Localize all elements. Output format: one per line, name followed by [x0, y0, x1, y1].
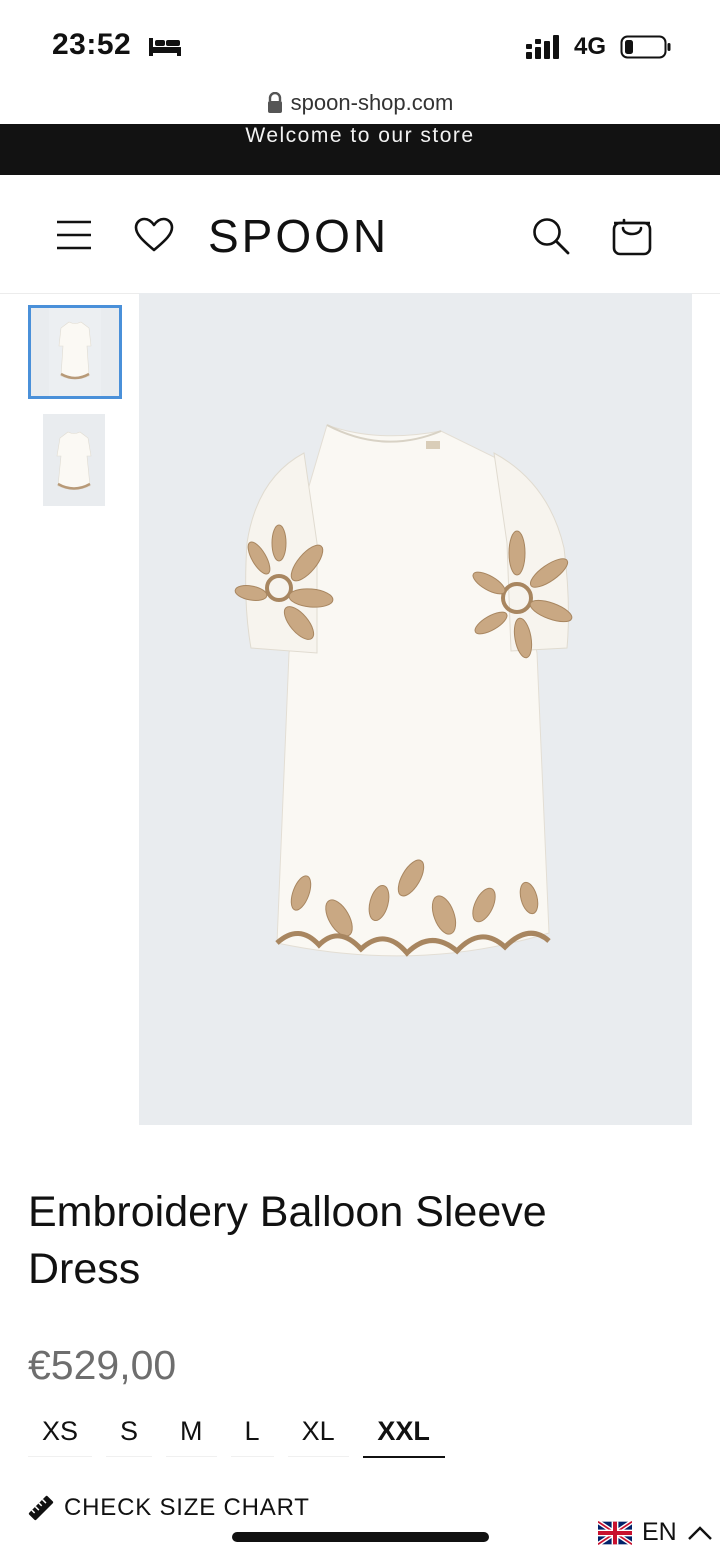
- dress-thumbnail-image: [49, 308, 101, 396]
- ruler-icon: [28, 1495, 54, 1521]
- menu-button[interactable]: [50, 213, 98, 257]
- chevron-up-icon: [687, 1525, 712, 1540]
- announcement-text: Welcome to our store: [245, 124, 475, 147]
- size-option-xs[interactable]: XS: [28, 1408, 93, 1457]
- size-option-xl[interactable]: XL: [287, 1408, 349, 1457]
- product-title: Embroidery Balloon Sleeve Dress: [28, 1188, 547, 1293]
- url-bar[interactable]: spoon-shop.com: [0, 84, 720, 122]
- product-price: €529,00: [28, 1342, 177, 1388]
- store-logo[interactable]: SPOON: [208, 209, 389, 263]
- menu-icon: [57, 220, 91, 250]
- heart-icon: [134, 217, 174, 252]
- dress-thumbnail-image: [56, 431, 92, 490]
- gallery-thumbnail[interactable]: [43, 414, 105, 506]
- home-indicator[interactable]: [232, 1532, 489, 1542]
- size-option-xxl[interactable]: XXL: [362, 1408, 445, 1458]
- site-header: SPOON: [0, 175, 720, 294]
- size-selector: XS S M L XL XXL: [28, 1408, 459, 1458]
- wishlist-button[interactable]: [130, 211, 178, 259]
- signal-icon: [526, 35, 559, 59]
- cart-icon: [612, 218, 652, 256]
- dress-image: [234, 424, 573, 957]
- search-icon: [533, 218, 570, 255]
- language-selector[interactable]: EN: [598, 1518, 713, 1547]
- gallery-thumbnail[interactable]: [28, 305, 122, 399]
- size-chart-link[interactable]: CHECK SIZE CHART: [28, 1494, 310, 1522]
- lock-icon: [267, 92, 282, 113]
- url-text: spoon-shop.com: [290, 90, 454, 115]
- cart-button[interactable]: [606, 209, 658, 261]
- network-label: 4G: [574, 33, 607, 60]
- uk-flag-icon: [598, 1519, 632, 1546]
- announcement-bar: Welcome to our store: [0, 124, 720, 175]
- size-option-l[interactable]: L: [230, 1408, 274, 1457]
- size-option-m[interactable]: M: [166, 1408, 217, 1457]
- main-product-image[interactable]: [139, 293, 692, 1125]
- status-time: 23:52: [52, 28, 132, 61]
- bed-icon: [149, 38, 181, 56]
- language-code: EN: [642, 1518, 677, 1546]
- size-chart-label: CHECK SIZE CHART: [64, 1494, 310, 1521]
- battery-icon: [620, 35, 671, 59]
- search-button[interactable]: [526, 211, 576, 261]
- size-option-s[interactable]: S: [106, 1408, 153, 1457]
